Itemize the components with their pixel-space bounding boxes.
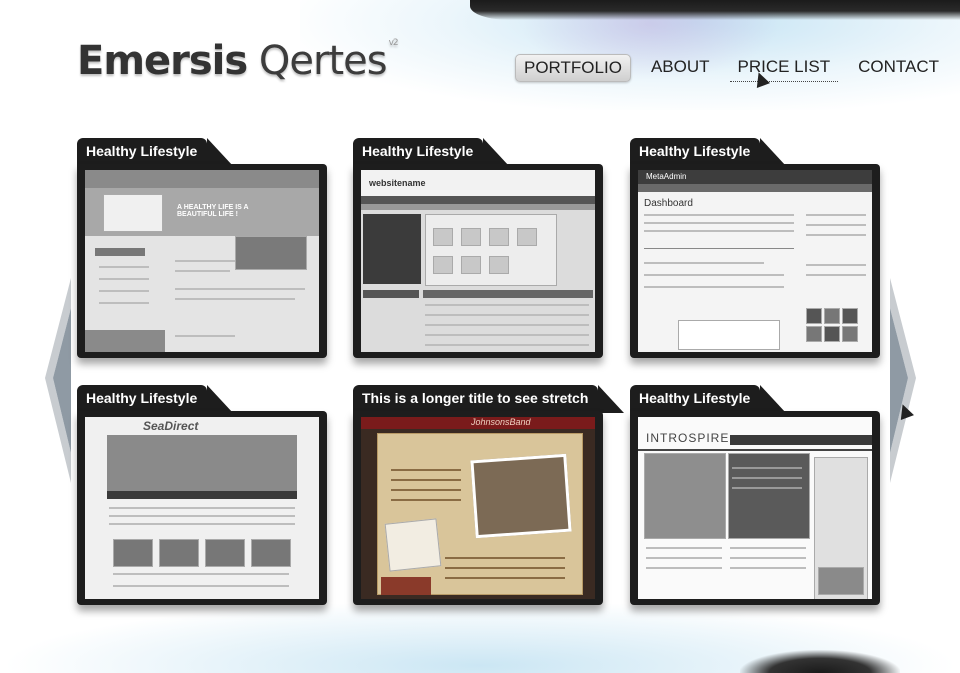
card-title: Healthy Lifestyle: [77, 138, 234, 166]
right-arrow-icon[interactable]: [890, 278, 916, 483]
website-thumbnail: MetaAdmin Dashboard: [638, 170, 872, 352]
card-title: Healthy Lifestyle: [77, 385, 234, 413]
website-thumbnail: JohnsonsBand: [361, 417, 595, 599]
website-thumbnail: A HEALTHY LIFE IS A BEAUTIFUL LIFE !: [85, 170, 319, 352]
nav-about[interactable]: ABOUT: [643, 54, 718, 82]
website-thumbnail: websitename: [361, 170, 595, 352]
portfolio-card-6[interactable]: Healthy Lifestyle INTROSPIRE: [630, 385, 880, 605]
card-frame: INTROSPIRE: [630, 411, 880, 605]
card-frame: SeaDirect: [77, 411, 327, 605]
thumb-text: SeaDirect: [143, 419, 199, 433]
card-title: Healthy Lifestyle: [353, 138, 510, 166]
card-title: This is a longer title to see stretch: [353, 385, 625, 413]
logo-light: Qertes: [258, 38, 388, 84]
thumb-text: MetaAdmin: [646, 172, 687, 181]
portfolio-card-1[interactable]: Healthy Lifestyle A HEALTHY LIFE IS A BE…: [77, 138, 327, 358]
portfolio-card-2[interactable]: Healthy Lifestyle websitename: [353, 138, 603, 358]
card-frame: A HEALTHY LIFE IS A BEAUTIFUL LIFE !: [77, 164, 327, 358]
thumb-text: websitename: [369, 178, 426, 188]
left-arrow-icon[interactable]: [45, 278, 71, 483]
portfolio-card-4[interactable]: Healthy Lifestyle SeaDirect: [77, 385, 327, 605]
logo-bold: Emersis: [77, 38, 248, 84]
website-thumbnail: INTROSPIRE: [638, 417, 872, 599]
main-nav: PORTFOLIO ABOUT PRICE LIST CONTACT: [515, 54, 959, 82]
card-frame: MetaAdmin Dashboard: [630, 164, 880, 358]
card-frame: websitename: [353, 164, 603, 358]
thumb-text: INTROSPIRE: [646, 431, 730, 445]
nav-contact[interactable]: CONTACT: [850, 54, 947, 82]
portfolio-card-3[interactable]: Healthy Lifestyle MetaAdmin Dashboard: [630, 138, 880, 358]
ink-stroke-bottom: [740, 650, 900, 673]
card-frame: JohnsonsBand: [353, 411, 603, 605]
card-title: Healthy Lifestyle: [630, 385, 787, 413]
website-thumbnail: SeaDirect: [85, 417, 319, 599]
nav-price-list[interactable]: PRICE LIST: [729, 54, 839, 82]
ink-stroke-top: [470, 0, 960, 20]
portfolio-card-5[interactable]: This is a longer title to see stretch Jo…: [353, 385, 625, 605]
logo-sup: v2: [388, 38, 399, 48]
thumb-text: A HEALTHY LIFE IS A BEAUTIFUL LIFE !: [177, 204, 249, 218]
thumb-text: JohnsonsBand: [471, 417, 531, 427]
site-logo[interactable]: Emersis Qertes v2: [77, 38, 399, 84]
card-title: Healthy Lifestyle: [630, 138, 787, 166]
nav-portfolio[interactable]: PORTFOLIO: [515, 54, 631, 82]
